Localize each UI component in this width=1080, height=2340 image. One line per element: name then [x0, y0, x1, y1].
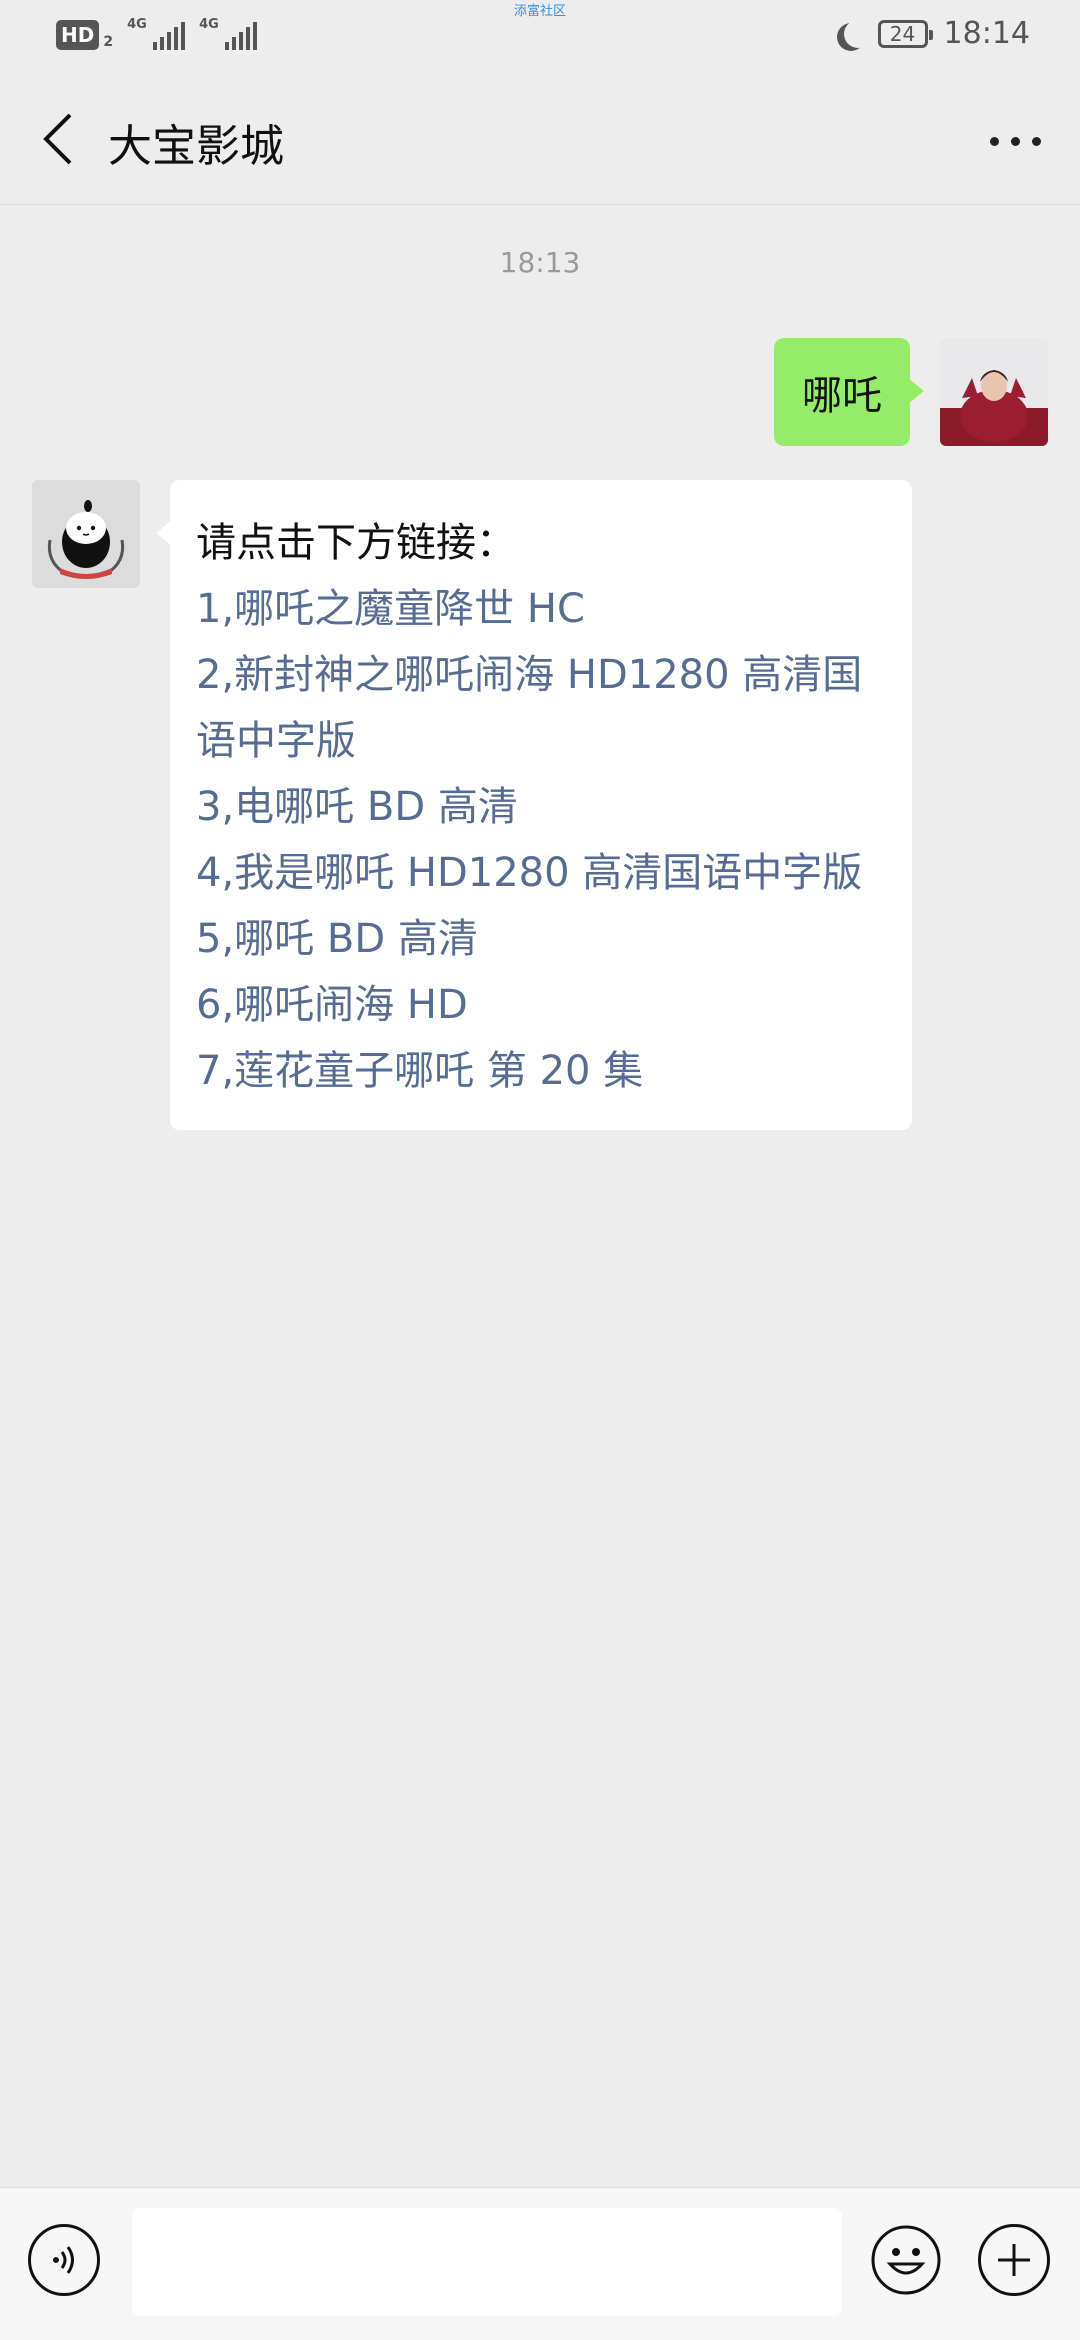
more-button[interactable] [980, 116, 1050, 166]
movie-link-6[interactable]: 6,哪吒闹海 HD [196, 972, 886, 1038]
input-bar [0, 2187, 1080, 2340]
bot-avatar[interactable] [32, 480, 140, 588]
plus-button[interactable] [978, 2224, 1050, 2296]
outgoing-message-text: 哪吒 [802, 373, 882, 419]
signal-label: 4G [127, 17, 147, 32]
voice-button[interactable] [28, 2224, 100, 2296]
voice-icon [53, 2246, 74, 2274]
user-avatar[interactable] [940, 338, 1048, 446]
battery-level: 24 [889, 21, 916, 46]
message-timestamp: 18:13 [499, 246, 581, 279]
status-left: HD 2 4G 4G [56, 17, 258, 50]
status-time: 18:14 [943, 16, 1030, 51]
battery-icon: 24 [877, 19, 933, 48]
bot-avatar-image [32, 480, 140, 588]
incoming-message-lead: 请点击下方链接： [196, 520, 516, 566]
outgoing-message-bubble[interactable]: 哪吒 [774, 338, 924, 446]
hd-sub: 2 [103, 34, 114, 50]
movie-link-2[interactable]: 2,新封神之哪吒闹海 HD1280 高清国语中字版 [196, 642, 886, 774]
moon-icon [844, 20, 872, 48]
signal-label-2: 4G [199, 17, 219, 32]
movie-link-7[interactable]: 7,莲花童子哪吒 第 20 集 [196, 1038, 886, 1104]
chevron-left-icon [43, 113, 72, 165]
more-dots-icon [989, 136, 1041, 146]
status-bar: 添富社区 HD 2 4G 4G 24 18:14 [0, 0, 1080, 76]
user-avatar-image [940, 338, 1048, 446]
movie-link-5[interactable]: 5,哪吒 BD 高清 [196, 906, 886, 972]
movie-link-4[interactable]: 4,我是哪吒 HD1280 高清国语中字版 [196, 840, 886, 906]
movie-link-1[interactable]: 1,哪吒之魔童降世 HC [196, 576, 886, 642]
signal-icon: 4G [127, 17, 186, 50]
chat-title: 大宝影城 [108, 121, 284, 172]
plus-icon [998, 2244, 1030, 2276]
emoji-icon [871, 2225, 941, 2295]
back-button[interactable] [28, 104, 88, 174]
chat-header: 大宝影城 [0, 76, 1080, 205]
message-input[interactable] [132, 2208, 842, 2316]
signal-icon-2: 4G [199, 17, 258, 50]
movie-link-3[interactable]: 3,电哪吒 BD 高清 [196, 774, 886, 840]
incoming-message-bubble: 请点击下方链接： 1,哪吒之魔童降世 HC 2,新封神之哪吒闹海 HD1280 … [156, 480, 912, 1130]
hd-badge: HD [56, 20, 100, 50]
status-right: 24 18:14 [834, 16, 1030, 51]
emoji-button[interactable] [870, 2224, 942, 2296]
